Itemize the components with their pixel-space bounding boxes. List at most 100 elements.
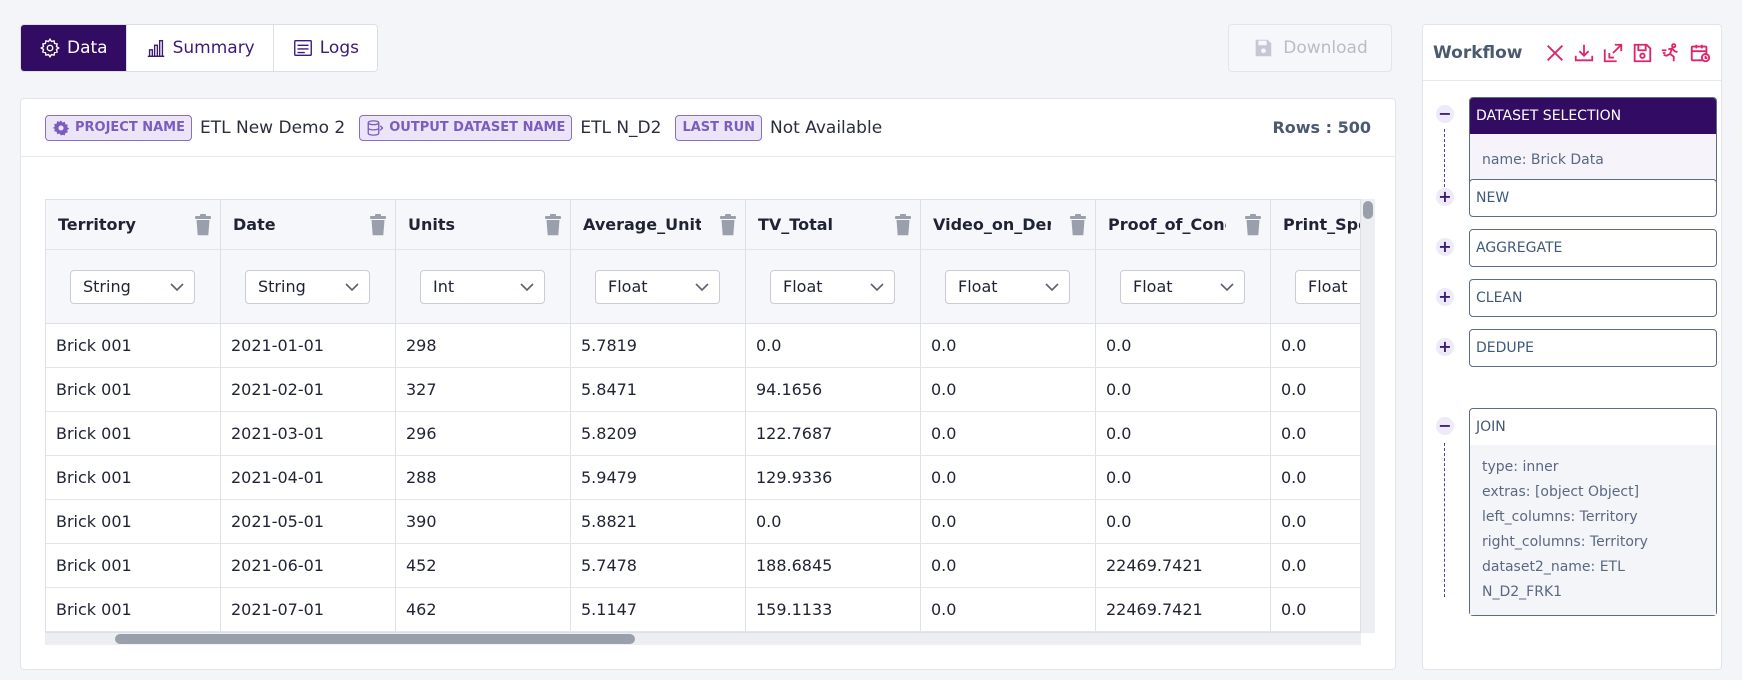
project-name-badge: PROJECT NAME: [45, 114, 192, 141]
column-type-select[interactable]: Float: [770, 269, 895, 304]
table-cell: 5.9479: [571, 456, 746, 499]
column-type-cell: Float: [921, 250, 1096, 323]
table-cell: 0.0: [921, 368, 1096, 411]
join-detail-line: extras: [object Object]: [1482, 484, 1640, 500]
delete-column-icon[interactable]: [544, 214, 562, 236]
download-label: Download: [1283, 38, 1368, 58]
save-icon[interactable]: [1631, 42, 1653, 64]
delete-column-icon[interactable]: [1069, 214, 1087, 236]
table-cell: Brick 001: [46, 544, 221, 587]
column-header[interactable]: Average_Unit_: [571, 200, 746, 249]
workflow-header: Workflow: [1423, 25, 1721, 81]
workflow-title: Workflow: [1433, 42, 1523, 63]
workflow-toolbar: [1544, 42, 1711, 64]
column-header-label: Proof_of_Conc: [1108, 215, 1226, 234]
column-header[interactable]: Date: [221, 200, 396, 249]
column-header[interactable]: TV_Total: [746, 200, 921, 249]
column-header-label: TV_Total: [758, 215, 834, 234]
workflow-step-label: AGGREGATE: [1476, 240, 1563, 256]
table-cell: 2021-07-01: [221, 588, 396, 631]
column-type-select[interactable]: String: [245, 269, 370, 304]
table-cell: Brick 001: [46, 368, 221, 411]
join-detail-line: left_columns: Territory: [1482, 509, 1638, 525]
column-header-label: Video_on_Der: [933, 215, 1051, 234]
step-toggle[interactable]: +: [1436, 338, 1454, 356]
column-header-label: Print_Spen: [1283, 215, 1360, 234]
step-toggle[interactable]: +: [1436, 188, 1454, 206]
dataset-selection-toggle[interactable]: −: [1436, 105, 1454, 123]
table-row: Brick 001 2021-02-01 327 5.8471 94.1656 0.0 0.…: [46, 368, 1360, 412]
output-dataset-value: ETL N_D2: [580, 117, 662, 138]
dataset-selection-connector: [1444, 129, 1445, 187]
column-type-select[interactable]: Float: [1120, 269, 1245, 304]
table-cell: 0.0: [1096, 412, 1271, 455]
join-connector: [1444, 443, 1445, 597]
table-row: Brick 001 2021-05-01 390 5.8821 0.0 0.0 0.0 0.0: [46, 500, 1360, 544]
vertical-scrollbar[interactable]: [1361, 199, 1375, 633]
join-toggle[interactable]: −: [1436, 417, 1454, 435]
type-row: String String Int Float Float Float Float Float: [46, 250, 1360, 324]
workflow-step-label: NEW: [1476, 190, 1510, 206]
tab-summary[interactable]: Summary: [127, 25, 274, 71]
workflow-step-node[interactable]: CLEAN: [1469, 279, 1717, 317]
export-icon[interactable]: [1602, 42, 1624, 64]
workflow-step-node[interactable]: DEDUPE: [1469, 329, 1717, 367]
table-cell: 122.7687: [746, 412, 921, 455]
join-detail-line: right_columns: Territory: [1482, 534, 1648, 550]
table-cell: 2021-04-01: [221, 456, 396, 499]
horizontal-scroll-thumb[interactable]: [115, 634, 635, 644]
auto-run-icon[interactable]: [1660, 42, 1682, 64]
column-header[interactable]: Territory: [46, 200, 221, 249]
chevron-down-icon: [1220, 277, 1234, 296]
download-button[interactable]: Download: [1228, 24, 1392, 72]
import-icon[interactable]: [1573, 42, 1595, 64]
column-type-select[interactable]: Float: [1295, 269, 1360, 304]
last-run-badge-label: LAST RUN: [682, 120, 756, 135]
column-header[interactable]: Units: [396, 200, 571, 249]
schedule-icon[interactable]: [1689, 42, 1711, 64]
workflow-step-node[interactable]: AGGREGATE: [1469, 229, 1717, 267]
workflow-step-node[interactable]: NEW: [1469, 179, 1717, 217]
delete-column-icon[interactable]: [719, 214, 737, 236]
delete-column-icon[interactable]: [194, 214, 212, 236]
table-cell: 2021-03-01: [221, 412, 396, 455]
table-cell: 296: [396, 412, 571, 455]
table-cell: 129.9336: [746, 456, 921, 499]
chevron-down-icon: [1045, 277, 1059, 296]
table-cell: 0.0: [1271, 544, 1360, 587]
column-type-select[interactable]: Float: [595, 269, 720, 304]
step-toggle[interactable]: +: [1436, 238, 1454, 256]
column-type-select[interactable]: Int: [420, 269, 545, 304]
column-type-value: Float: [1133, 277, 1173, 296]
column-header[interactable]: Video_on_Der: [921, 200, 1096, 249]
join-node[interactable]: JOIN type: inner extras: [object Object] l…: [1469, 408, 1717, 616]
table-cell: 0.0: [1271, 588, 1360, 631]
table-cell: 22469.7421: [1096, 588, 1271, 631]
delete-column-icon[interactable]: [369, 214, 387, 236]
delete-column-icon[interactable]: [894, 214, 912, 236]
log-list-icon: [293, 39, 312, 57]
column-type-cell: Float: [746, 250, 921, 323]
column-type-select[interactable]: String: [70, 269, 195, 304]
column-type-select[interactable]: Float: [945, 269, 1070, 304]
delete-column-icon[interactable]: [1244, 214, 1262, 236]
table-row: Brick 001 2021-07-01 462 5.1147 159.1133 0.0 2…: [46, 588, 1360, 632]
floppy-disk-icon: [1255, 39, 1272, 57]
table-cell: 188.6845: [746, 544, 921, 587]
project-info-bar: PROJECT NAME ETL New Demo 2 OUTPUT DATAS…: [21, 99, 1395, 157]
vertical-scroll-thumb[interactable]: [1363, 201, 1373, 219]
tab-data[interactable]: Data: [21, 25, 127, 71]
close-icon[interactable]: [1544, 42, 1566, 64]
table-cell: 327: [396, 368, 571, 411]
tab-logs[interactable]: Logs: [274, 25, 377, 71]
column-header[interactable]: Proof_of_Conc: [1096, 200, 1271, 249]
column-header-label: Territory: [58, 215, 136, 234]
column-type-value: Float: [1308, 277, 1348, 296]
dataset-selection-node[interactable]: DATASET SELECTION name: Brick Data: [1469, 97, 1717, 187]
horizontal-scrollbar[interactable]: [45, 633, 1361, 645]
table-cell: 0.0: [921, 456, 1096, 499]
column-header[interactable]: Print_Spen: [1271, 200, 1360, 249]
table-cell: Brick 001: [46, 456, 221, 499]
table-cell: 159.1133: [746, 588, 921, 631]
step-toggle[interactable]: +: [1436, 288, 1454, 306]
